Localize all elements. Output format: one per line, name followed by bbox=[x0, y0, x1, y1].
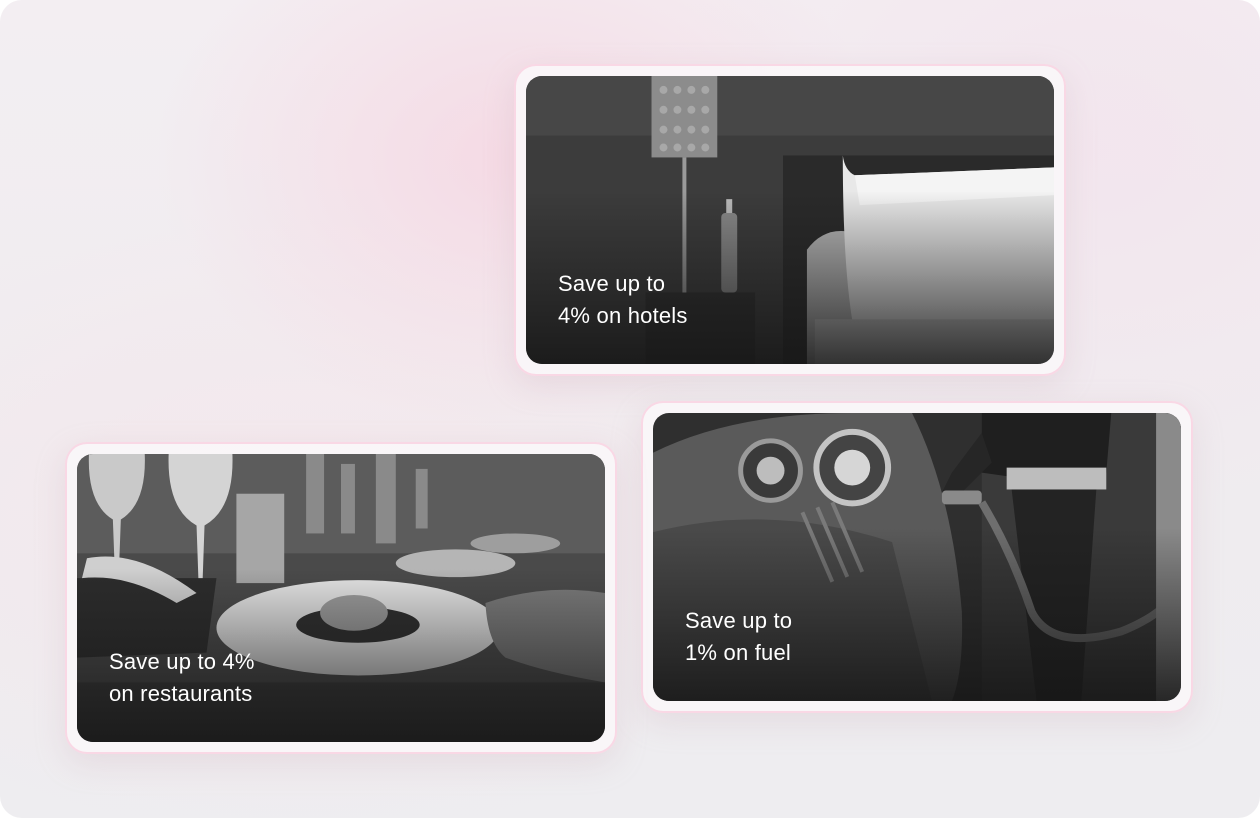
restaurant-caption-line2: on restaurants bbox=[109, 681, 253, 706]
restaurant-photo: Save up to 4% on restaurants bbox=[77, 454, 605, 742]
fuel-photo: Save up to 1% on fuel bbox=[653, 413, 1181, 701]
hotel-caption-line2: 4% on hotels bbox=[558, 303, 688, 328]
promo-canvas: Save up to 4% on hotels Save up to 1% on… bbox=[0, 0, 1260, 818]
hotel-savings-card[interactable]: Save up to 4% on hotels bbox=[514, 64, 1066, 376]
fuel-savings-card[interactable]: Save up to 1% on fuel bbox=[641, 401, 1193, 713]
fuel-savings-text: Save up to 1% on fuel bbox=[685, 605, 792, 669]
restaurant-savings-text: Save up to 4% on restaurants bbox=[109, 646, 255, 710]
fuel-caption-line1: Save up to bbox=[685, 608, 793, 633]
hotel-savings-text: Save up to 4% on hotels bbox=[558, 268, 688, 332]
hotel-photo: Save up to 4% on hotels bbox=[526, 76, 1054, 364]
restaurant-savings-card[interactable]: Save up to 4% on restaurants bbox=[65, 442, 617, 754]
fuel-caption-line2: 1% on fuel bbox=[685, 640, 791, 665]
restaurant-caption-line1: Save up to 4% bbox=[109, 649, 255, 674]
hotel-caption-line1: Save up to bbox=[558, 271, 666, 296]
